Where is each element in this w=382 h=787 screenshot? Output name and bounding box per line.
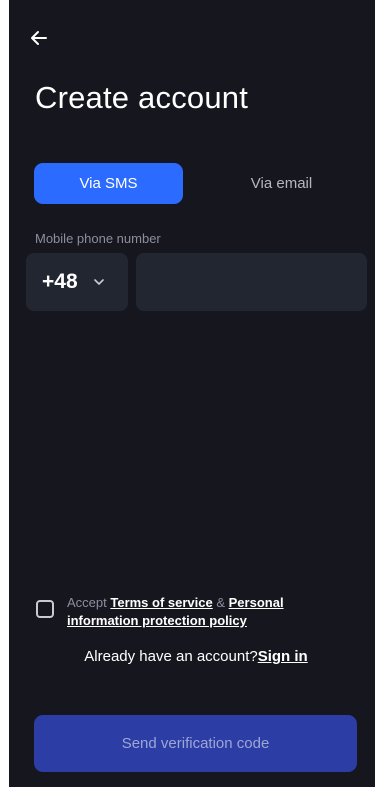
back-button[interactable]: [26, 27, 52, 53]
terms-of-service-link[interactable]: Terms of service: [110, 595, 212, 610]
tab-via-email[interactable]: Via email: [209, 163, 354, 204]
consent-text: Accept Terms of service & Personal infor…: [67, 594, 357, 630]
arrow-left-icon: [30, 30, 48, 51]
signin-prompt: Already have an account?: [84, 648, 258, 665]
page-title: Create account: [35, 80, 249, 115]
send-verification-code-button[interactable]: Send verification code: [34, 715, 357, 772]
tab-via-sms[interactable]: Via SMS: [34, 163, 183, 204]
consent-prefix: Accept: [67, 595, 111, 610]
sign-in-link[interactable]: Sign in: [258, 648, 308, 665]
consent-checkbox[interactable]: [36, 600, 54, 618]
tab-label: Via email: [250, 175, 313, 192]
phone-field-label: Mobile phone number: [35, 231, 161, 246]
signin-row: Already have an account?Sign in: [9, 648, 375, 665]
country-code-select[interactable]: +48: [26, 253, 128, 311]
phone-number-input[interactable]: [136, 253, 367, 311]
consent-separator: &: [212, 595, 229, 610]
send-button-label: Send verification code: [121, 735, 270, 752]
create-account-screen: Create account Via SMS Via email Mobile …: [9, 0, 375, 787]
chevron-down-icon: [93, 278, 104, 286]
country-code-value: +48: [42, 270, 78, 293]
tab-label: Via SMS: [79, 175, 138, 192]
